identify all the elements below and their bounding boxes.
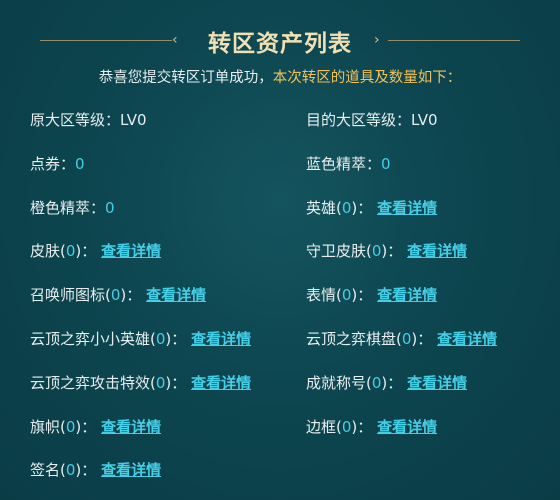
colon: ： [81, 417, 97, 436]
colon: ： [171, 373, 187, 392]
colon: ： [387, 242, 403, 261]
target-level-label: 目的大区等级 [306, 111, 397, 129]
blue-essence-label: 蓝色精萃 [306, 154, 367, 173]
coupons-value: 0 [75, 154, 85, 173]
colon: ： [357, 198, 373, 217]
ward-skins-detail-link[interactable]: 查看详情 [407, 242, 467, 260]
source-level-item: 原大区等级：LV0 [30, 109, 147, 130]
tft-boards-label: 云顶之弈棋盘 [306, 329, 397, 348]
target-level-item: 目的大区等级：LV0 [306, 109, 438, 130]
subtitle: 恭喜您提交转区订单成功，本次转区的道具及数量如下： [0, 66, 560, 87]
colon: ： [81, 461, 97, 480]
asset-row: 云顶之弈小小英雄(0)： 查看详情 云顶之弈棋盘(0)： 查看详情 [30, 320, 530, 364]
colon: ： [105, 111, 121, 129]
summoner-icons-item: 召唤师图标(0)： 查看详情 [30, 284, 206, 305]
achievement-titles-item: 成就称号(0)： 查看详情 [306, 372, 467, 393]
page-title: 转区资产列表 [208, 31, 352, 57]
tft-boards-count: 0 [401, 329, 412, 348]
coupons-label: 点券 [30, 154, 61, 173]
target-level-value: LV0 [411, 111, 438, 129]
tft-attack-effects-count: 0 [155, 373, 166, 392]
colon: ： [387, 373, 403, 392]
asset-row: 签名(0)： 查看详情 [30, 451, 530, 495]
colon: ： [90, 198, 106, 217]
achievement-titles-detail-link[interactable]: 查看详情 [407, 374, 467, 392]
emotes-label: 表情 [306, 286, 337, 305]
colon: ： [366, 154, 382, 173]
borders-detail-link[interactable]: 查看详情 [377, 418, 437, 436]
signatures-count: 0 [65, 461, 76, 480]
asset-row: 点券：0 蓝色精萃：0 [30, 145, 530, 189]
tft-little-legends-count: 0 [155, 329, 166, 348]
heroes-label: 英雄 [306, 198, 337, 217]
signatures-item: 签名(0)： 查看详情 [30, 459, 161, 480]
skins-item: 皮肤(0)： 查看详情 [30, 240, 161, 261]
tft-little-legends-detail-link[interactable]: 查看详情 [191, 330, 251, 348]
coupons-item: 点券：0 [30, 153, 85, 174]
skins-detail-link[interactable]: 查看详情 [101, 242, 161, 260]
orange-essence-label: 橙色精萃 [30, 198, 91, 217]
emotes-detail-link[interactable]: 查看详情 [377, 286, 437, 304]
header-divider-right [388, 40, 520, 41]
borders-item: 边框(0)： 查看详情 [306, 416, 437, 437]
emotes-item: 表情(0)： 查看详情 [306, 284, 437, 305]
colon: ： [126, 286, 142, 305]
tft-attack-effects-label: 云顶之弈攻击特效 [30, 373, 151, 392]
banners-item: 旗帜(0)： 查看详情 [30, 416, 161, 437]
colon: ： [357, 286, 373, 305]
asset-row: 召唤师图标(0)： 查看详情 表情(0)： 查看详情 [30, 276, 530, 320]
banners-count: 0 [65, 417, 76, 436]
signatures-detail-link[interactable]: 查看详情 [101, 461, 161, 479]
colon: ： [81, 242, 97, 261]
ward-skins-label: 守卫皮肤 [306, 242, 367, 261]
colon: ： [357, 417, 373, 436]
asset-row: 橙色精萃：0 英雄(0)： 查看详情 [30, 189, 530, 233]
borders-count: 0 [341, 417, 352, 436]
emotes-count: 0 [341, 286, 352, 305]
chevron-right-icon: › [374, 32, 380, 48]
asset-row: 云顶之弈攻击特效(0)： 查看详情 成就称号(0)： 查看详情 [30, 364, 530, 408]
blue-essence-item: 蓝色精萃：0 [306, 153, 391, 174]
orange-essence-item: 橙色精萃：0 [30, 197, 115, 218]
tft-boards-item: 云顶之弈棋盘(0)： 查看详情 [306, 328, 497, 349]
header: ‹ 转区资产列表 › [0, 18, 560, 62]
banners-detail-link[interactable]: 查看详情 [101, 418, 161, 436]
summoner-icons-label: 召唤师图标 [30, 286, 106, 305]
skins-label: 皮肤 [30, 242, 61, 261]
heroes-detail-link[interactable]: 查看详情 [377, 199, 437, 217]
signatures-label: 签名 [30, 461, 61, 480]
asset-row: 皮肤(0)： 查看详情 守卫皮肤(0)： 查看详情 [30, 232, 530, 276]
subtitle-highlight: 本次转区的道具及数量如下： [272, 70, 462, 86]
orange-essence-value: 0 [105, 198, 115, 217]
subtitle-prefix: 恭喜您提交转区订单成功， [98, 70, 273, 86]
skins-count: 0 [65, 242, 76, 261]
colon: ： [171, 329, 187, 348]
tft-attack-effects-detail-link[interactable]: 查看详情 [191, 374, 251, 392]
asset-row: 原大区等级：LV0 目的大区等级：LV0 [30, 101, 530, 145]
source-level-value: LV0 [120, 111, 147, 129]
summoner-icons-count: 0 [110, 286, 121, 305]
tft-little-legends-item: 云顶之弈小小英雄(0)： 查看详情 [30, 328, 251, 349]
asset-row: 旗帜(0)： 查看详情 边框(0)： 查看详情 [30, 408, 530, 452]
ward-skins-item: 守卫皮肤(0)： 查看详情 [306, 240, 467, 261]
tft-attack-effects-item: 云顶之弈攻击特效(0)： 查看详情 [30, 372, 251, 393]
colon: ： [60, 154, 76, 173]
asset-list: 原大区等级：LV0 目的大区等级：LV0 点券：0 蓝色精萃：0 橙色精萃：0 … [30, 101, 530, 495]
colon: ： [417, 329, 433, 348]
banners-label: 旗帜 [30, 417, 61, 436]
summoner-icons-detail-link[interactable]: 查看详情 [146, 286, 206, 304]
source-level-label: 原大区等级 [30, 111, 106, 129]
ward-skins-count: 0 [371, 242, 382, 261]
tft-little-legends-label: 云顶之弈小小英雄 [30, 329, 151, 348]
heroes-item: 英雄(0)： 查看详情 [306, 197, 437, 218]
heroes-count: 0 [341, 198, 352, 217]
achievement-titles-label: 成就称号 [306, 373, 367, 392]
borders-label: 边框 [306, 417, 337, 436]
colon: ： [396, 111, 412, 129]
tft-boards-detail-link[interactable]: 查看详情 [437, 330, 497, 348]
achievement-titles-count: 0 [371, 373, 382, 392]
blue-essence-value: 0 [381, 154, 391, 173]
